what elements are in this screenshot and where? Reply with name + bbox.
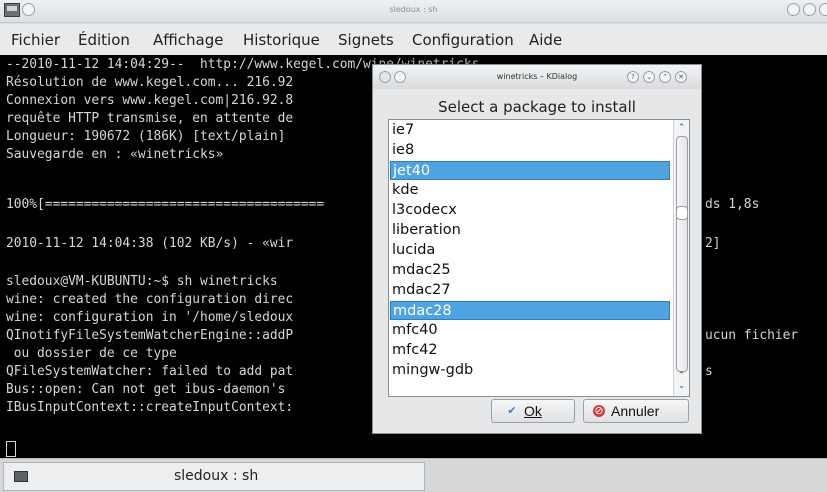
list-item-selected[interactable]: jet40 <box>390 161 670 180</box>
menu-aide[interactable]: Aide <box>529 31 562 49</box>
cancel-icon: ⊘ <box>593 405 605 417</box>
list-item-selected[interactable]: mdac28 <box>390 301 670 320</box>
scroll-up-icon[interactable]: ⌃ <box>676 122 687 134</box>
terminal-line: wine: configuration in '/home/sledoux <box>6 310 294 325</box>
list-item[interactable]: ie7 <box>390 121 670 140</box>
menu-fichier[interactable]: Fichier <box>11 31 60 49</box>
terminal-fragment: 2] <box>705 236 721 251</box>
terminal-fragment: ds 1,8s <box>705 197 760 212</box>
terminal-tab-icon <box>14 471 28 482</box>
ok-button[interactable]: ✔ Ok <box>491 399 575 423</box>
list-item[interactable]: kde <box>390 181 670 200</box>
terminal-line: Bus::open: Can not get ibus-daemon's <box>6 382 286 397</box>
close-icon[interactable]: ✕ <box>675 71 687 83</box>
tab-label: sledoux : sh <box>174 468 259 484</box>
menu-configuration[interactable]: Configuration <box>412 31 514 49</box>
list-item[interactable]: liberation <box>390 221 670 240</box>
menu-affichage[interactable]: Affichage <box>153 31 223 49</box>
minimize-icon[interactable] <box>787 3 800 16</box>
terminal-fragment: s <box>705 364 713 379</box>
list-item[interactable]: ie8 <box>390 141 670 160</box>
package-dialog: winetricks – KDialog ? ⌄ ⌃ ✕ Select a pa… <box>372 64 702 434</box>
terminal-line: ou dossier de ce type <box>6 346 177 361</box>
terminal-line: 100%[===================================… <box>6 197 325 212</box>
checkmark-icon: ✔ <box>507 405 517 417</box>
terminal-line: QFileSystemWatcher: failed to add pat <box>6 364 294 379</box>
menu-signets[interactable]: Signets <box>338 31 394 49</box>
terminal-fragment: ucun fichier <box>705 328 799 343</box>
help-icon[interactable]: ? <box>627 71 639 83</box>
cancel-button[interactable]: ⊘ Annuler <box>583 399 689 423</box>
menu-edition[interactable]: Édition <box>78 31 130 49</box>
scrollbar-thumb[interactable] <box>676 136 688 372</box>
menu-historique[interactable]: Historique <box>243 31 320 49</box>
cancel-label: Annuler <box>611 403 660 419</box>
terminal-line: wine: created the configuration direc <box>6 292 294 307</box>
window-titlebar[interactable]: sledoux : sh <box>0 0 827 23</box>
tab-bar: sledoux : sh <box>0 458 827 492</box>
scroll-down-icon[interactable]: ⌄ <box>676 380 687 392</box>
list-scrollbar[interactable]: ⌃ ⌃ ⌄ <box>673 120 689 396</box>
minimize-icon[interactable]: ⌄ <box>643 71 655 83</box>
dialog-titlebar[interactable]: winetricks – KDialog ? ⌄ ⌃ ✕ <box>373 65 701 89</box>
maximize-icon[interactable]: ⌃ <box>659 71 671 83</box>
window-title: sledoux : sh <box>389 5 438 14</box>
terminal-cursor <box>6 441 16 457</box>
list-item[interactable]: mfc42 <box>390 341 670 360</box>
list-item[interactable]: l3codecx <box>390 201 670 220</box>
list-item[interactable]: mdac27 <box>390 281 670 300</box>
terminal-line: sledoux@VM-KUBUNTU:~$ sh winetricks <box>6 274 278 289</box>
terminal-line: 2010-11-12 14:04:38 (102 KB/s) - «wir <box>6 236 294 251</box>
scrollbar-grip-icon <box>676 206 688 220</box>
terminal-line: QInotifyFileSystemWatcherEngine::addP <box>6 328 294 343</box>
close-icon[interactable] <box>819 3 827 16</box>
terminal-line: Longueur: 190672 (186K) [text/plain] <box>6 129 286 144</box>
list-item[interactable]: mfc40 <box>390 321 670 340</box>
terminal-line: Résolution de www.kegel.com... 216.92 <box>6 75 294 90</box>
ok-label: Ok <box>524 403 542 419</box>
terminal-line: IBusInputContext::createInputContext: <box>6 400 294 415</box>
maximize-icon[interactable] <box>803 3 816 16</box>
package-list[interactable]: ie7 ie8 jet40 kde l3codecx liberation lu… <box>388 119 690 397</box>
list-item[interactable]: lucida <box>390 241 670 260</box>
tab-sledoux-sh[interactable]: sledoux : sh <box>3 462 425 491</box>
terminal-line: Connexion vers www.kegel.com|216.92.8 <box>6 93 294 108</box>
menu-bar: Fichier Édition Affichage Historique Sig… <box>0 24 827 55</box>
terminal-line: Sauvegarde en : «winetricks» <box>6 147 224 162</box>
terminal-line: requête HTTP transmise, en attente de <box>6 111 294 126</box>
dialog-heading: Select a package to install <box>438 98 636 116</box>
list-item[interactable]: mingw-gdb <box>390 361 670 380</box>
list-item[interactable]: mdac25 <box>390 261 670 280</box>
